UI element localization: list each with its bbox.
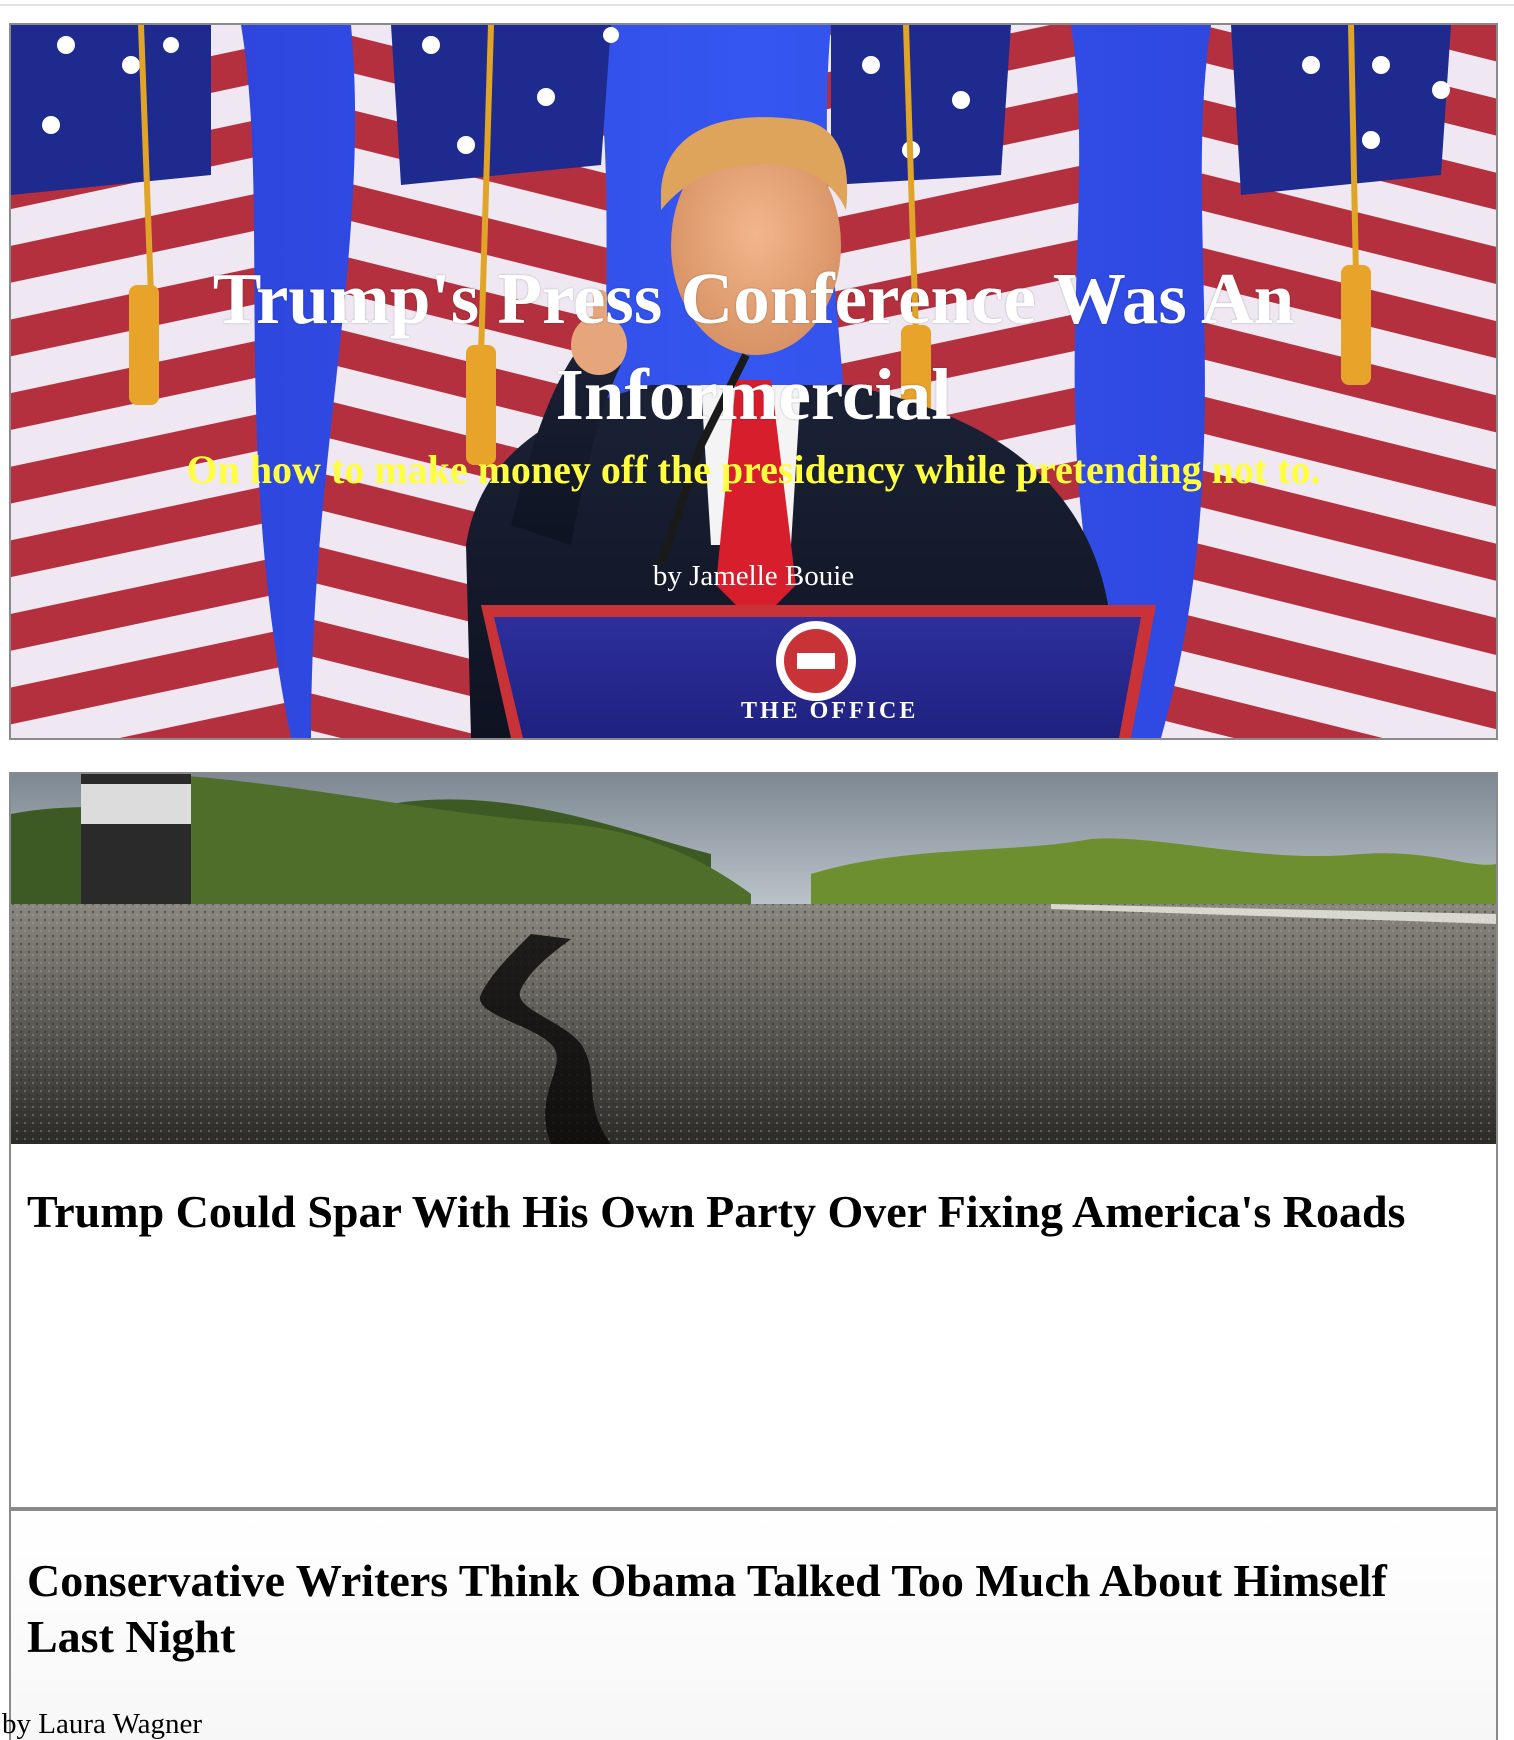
top-divider [0, 4, 1514, 6]
article-byline-obama: by Laura Wagner [2, 1708, 203, 1740]
article-image-road [11, 774, 1496, 1144]
article-card-roads[interactable]: Trump Could Spar With His Own Party Over… [9, 772, 1498, 1509]
featured-article-byline: by Jamelle Bouie [652, 560, 855, 592]
featured-article-card[interactable]: Trump's Press Conference Was An Informer… [9, 23, 1498, 740]
featured-article-title[interactable]: Trump's Press Conference Was An Informer… [11, 251, 1496, 443]
article-card-obama[interactable]: Conservative Writers Think Obama Talked … [2, 1508, 1498, 1740]
podium-text: THE OFFICE [741, 698, 919, 724]
article-title-obama[interactable]: Conservative Writers Think Obama Talked … [27, 1553, 1477, 1665]
article-title-roads[interactable]: Trump Could Spar With His Own Party Over… [27, 1184, 1477, 1240]
featured-article-subtitle: On how to make money off the presidency … [186, 447, 1321, 492]
